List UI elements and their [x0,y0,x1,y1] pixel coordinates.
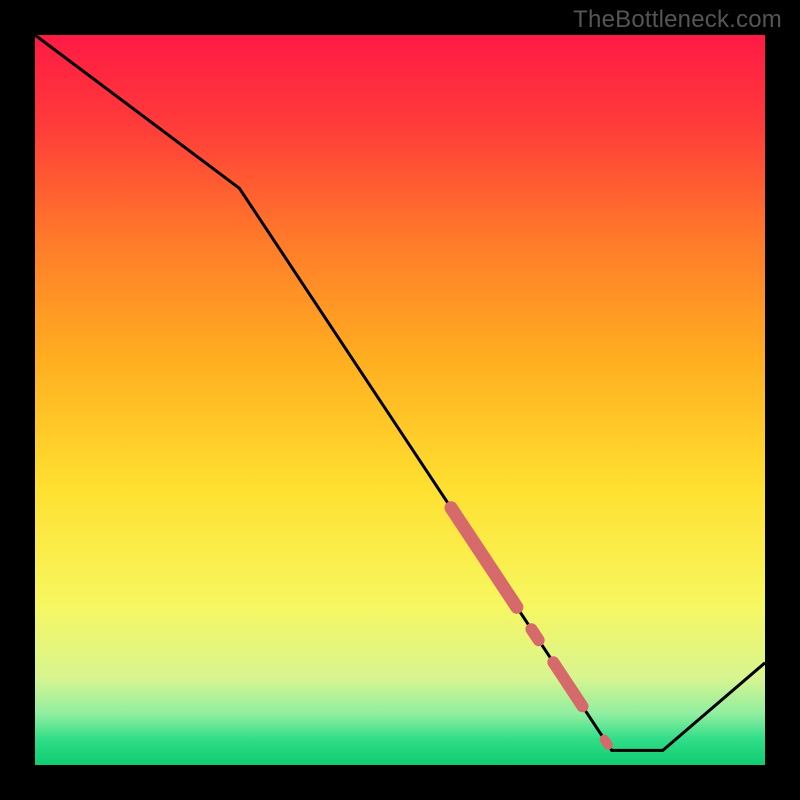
plot-background [35,35,765,765]
attribution-text: TheBottleneck.com [573,6,782,34]
curve-marker [604,739,608,745]
bottleneck-chart [0,0,800,800]
chart-frame: TheBottleneck.com [0,0,800,800]
curve-marker [531,629,538,640]
